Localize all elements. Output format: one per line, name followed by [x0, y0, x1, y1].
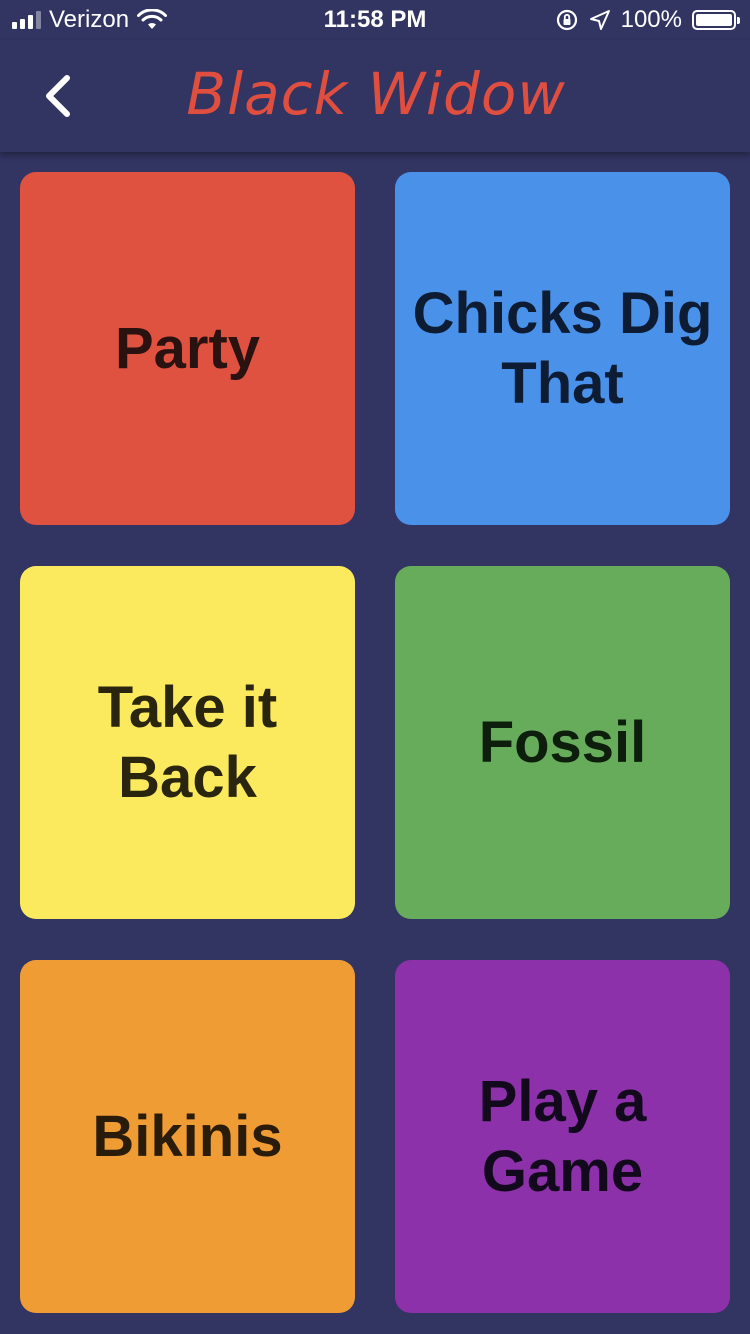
- location-arrow-icon: [589, 10, 610, 30]
- song-grid: Party Chicks Dig That Take it Back Fossi…: [20, 172, 730, 1313]
- tile-label: Play a Game: [478, 1068, 647, 1204]
- tile-label: Fossil: [478, 709, 647, 775]
- nav-bar: Black Widow: [0, 40, 750, 152]
- status-right: 100%: [555, 6, 740, 34]
- page-title: Black Widow: [186, 60, 566, 128]
- battery-icon: [692, 10, 740, 30]
- tile-fossil[interactable]: Fossil: [395, 566, 730, 919]
- tile-label: Party: [114, 315, 261, 381]
- status-bar: Verizon 11:58 PM 100%: [0, 0, 750, 40]
- tile-chicks-dig-that[interactable]: Chicks Dig That: [395, 172, 730, 525]
- tile-bikinis[interactable]: Bikinis: [20, 960, 355, 1313]
- tile-take-it-back[interactable]: Take it Back: [20, 566, 355, 919]
- rotation-lock-icon: [556, 9, 577, 31]
- tile-label: Take it Back: [97, 674, 278, 810]
- tile-party[interactable]: Party: [20, 172, 355, 525]
- battery-level: [696, 14, 732, 26]
- tile-label: Bikinis: [92, 1103, 283, 1169]
- tile-label: Chicks Dig That: [412, 280, 713, 416]
- battery-percent: 100%: [620, 6, 682, 33]
- tile-play-a-game[interactable]: Play a Game: [395, 960, 730, 1313]
